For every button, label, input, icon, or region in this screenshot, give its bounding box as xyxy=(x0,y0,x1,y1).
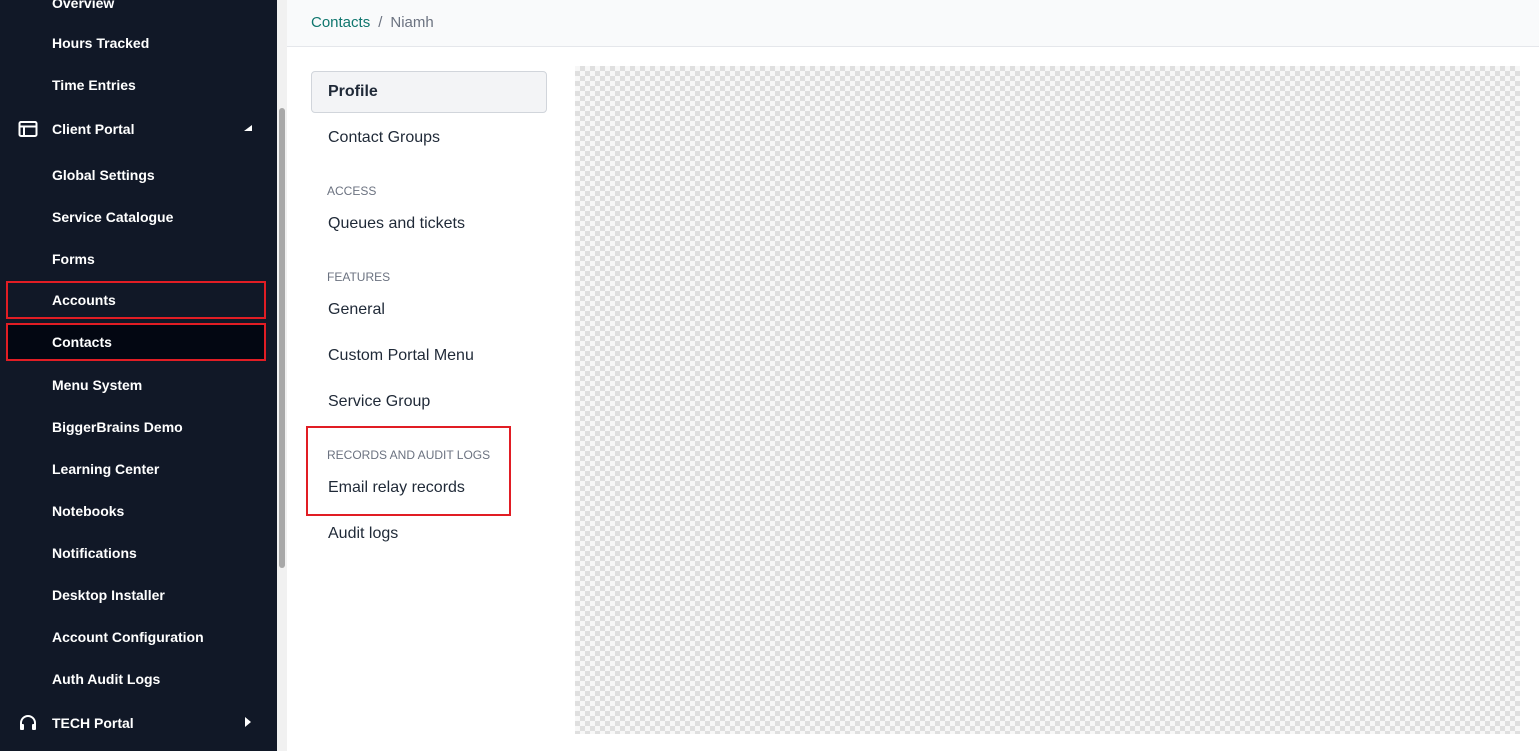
sidebar-item-hours-tracked[interactable]: Hours Tracked xyxy=(0,24,266,62)
sidebar-section-tech-portal[interactable]: TECH Portal xyxy=(0,703,266,743)
sidebar: Overview Hours Tracked Time Entries Clie… xyxy=(0,0,277,751)
subnav-profile[interactable]: Profile xyxy=(311,71,547,113)
sidebar-item-service-catalogue[interactable]: Service Catalogue xyxy=(0,198,266,236)
sidebar-item-desktop-installer[interactable]: Desktop Installer xyxy=(0,576,266,614)
highlight-box-records xyxy=(306,426,511,516)
window-icon xyxy=(18,121,38,137)
breadcrumb-bar: Contacts / Niamh xyxy=(287,0,1539,47)
subnav-contact-groups[interactable]: Contact Groups xyxy=(311,117,547,159)
sidebar-item-account-configuration[interactable]: Account Configuration xyxy=(0,618,266,656)
breadcrumb: Contacts / Niamh xyxy=(311,14,434,31)
sidebar-item-contacts[interactable]: Contacts xyxy=(6,323,266,361)
caret-up-icon xyxy=(244,125,252,131)
breadcrumb-separator: / xyxy=(378,14,383,31)
sidebar-item-global-settings[interactable]: Global Settings xyxy=(0,156,266,194)
subnav-service-group[interactable]: Service Group xyxy=(311,381,547,423)
sidebar-item-notebooks[interactable]: Notebooks xyxy=(0,492,266,530)
subnav-audit-logs[interactable]: Audit logs xyxy=(311,513,547,555)
sidebar-section-client-portal[interactable]: Client Portal xyxy=(0,109,266,149)
sidebar-item-auth-audit-logs[interactable]: Auth Audit Logs xyxy=(0,660,266,698)
subnav-queues-and-tickets[interactable]: Queues and tickets xyxy=(311,203,547,245)
sidebar-scrollbar-thumb[interactable] xyxy=(279,108,285,568)
sidebar-item-overview[interactable]: Overview xyxy=(0,0,266,22)
subnav-heading-access: ACCESS xyxy=(327,184,377,198)
sidebar-item-menu-system[interactable]: Menu System xyxy=(0,366,266,404)
headset-icon xyxy=(20,715,36,730)
breadcrumb-current: Niamh xyxy=(390,14,434,31)
sidebar-item-learning-center[interactable]: Learning Center xyxy=(0,450,266,488)
sidebar-item-forms[interactable]: Forms xyxy=(0,240,266,278)
subnav-heading-features: FEATURES xyxy=(327,270,391,284)
sidebar-item-accounts[interactable]: Accounts xyxy=(6,281,266,319)
breadcrumb-contacts-link[interactable]: Contacts xyxy=(311,14,370,31)
redacted-content-panel xyxy=(575,66,1520,734)
sidebar-item-notifications[interactable]: Notifications xyxy=(0,534,266,572)
sidebar-item-biggerbrains-demo[interactable]: BiggerBrains Demo xyxy=(0,408,266,446)
subnav-custom-portal-menu[interactable]: Custom Portal Menu xyxy=(311,335,547,377)
caret-right-icon xyxy=(245,717,251,727)
subnav-general[interactable]: General xyxy=(311,289,547,331)
sidebar-item-time-entries[interactable]: Time Entries xyxy=(0,66,266,104)
